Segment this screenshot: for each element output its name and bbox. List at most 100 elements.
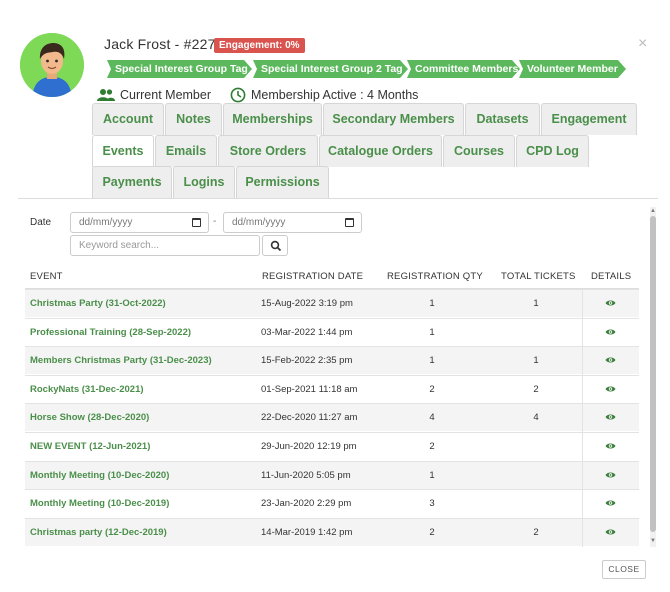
eye-icon[interactable]: [605, 442, 616, 450]
clock-icon: [230, 87, 246, 103]
date-to-placeholder: dd/mm/yyyy: [232, 217, 286, 228]
tab-emails[interactable]: Emails: [155, 135, 217, 167]
event-link[interactable]: Horse Show (28-Dec-2020): [30, 404, 149, 432]
event-link[interactable]: NEW EVENT (12-Jun-2021): [30, 433, 150, 461]
details-divider: [582, 461, 583, 490]
scroll-down-icon[interactable]: ▼: [650, 537, 656, 545]
tag-item[interactable]: Volunteer Member: [519, 60, 626, 78]
date-label: Date: [30, 217, 52, 228]
member-status-label: Current Member: [120, 88, 211, 102]
total-tickets-cell: 2: [533, 526, 539, 538]
close-button[interactable]: CLOSE: [602, 560, 646, 579]
tab-permissions[interactable]: Permissions: [236, 166, 329, 198]
details-divider: [582, 318, 583, 347]
date-separator: -: [213, 216, 217, 227]
col-header-event: EVENT: [30, 271, 63, 282]
table-row: NEW EVENT (12-Jun-2021) 29-Jun-2020 12:19…: [25, 432, 639, 461]
tab-notes[interactable]: Notes: [165, 103, 222, 135]
registration-date-cell: 22-Dec-2020 11:27 am: [261, 412, 358, 424]
close-x-button[interactable]: ×: [638, 36, 647, 52]
registration-date-cell: 23-Jan-2020 2:29 pm: [261, 498, 352, 510]
calendar-icon[interactable]: [345, 218, 354, 227]
eye-icon[interactable]: [605, 528, 616, 536]
tab-catalogue-orders[interactable]: Catalogue Orders: [319, 135, 442, 167]
details-divider: [582, 490, 583, 519]
details-divider: [582, 290, 583, 318]
keyword-search-input[interactable]: Keyword search...: [70, 235, 260, 256]
registration-date-cell: 29-Jun-2020 12:19 pm: [261, 441, 357, 452]
registration-qty-cell: 3: [429, 498, 435, 510]
tab-account[interactable]: Account: [92, 103, 164, 135]
eye-icon[interactable]: [605, 299, 616, 307]
event-link[interactable]: RockyNats (31-Dec-2021): [30, 376, 144, 404]
registration-qty-cell: 2: [429, 441, 435, 452]
registration-date-cell: 15-Aug-2022 3:19 pm: [261, 298, 353, 309]
tab-datasets[interactable]: Datasets: [465, 103, 540, 135]
eye-icon[interactable]: [605, 413, 616, 421]
date-to-input[interactable]: dd/mm/yyyy: [223, 212, 362, 233]
total-tickets-cell: [516, 433, 556, 461]
table-row: Monthly Meeting (10-Dec-2020) 11-Jun-2020…: [25, 460, 639, 490]
date-from-input[interactable]: dd/mm/yyyy: [70, 212, 209, 233]
tab-store-orders[interactable]: Store Orders: [218, 135, 318, 167]
tab-engagement[interactable]: Engagement: [541, 103, 637, 135]
col-header-registration-date: REGISTRATION DATE: [262, 271, 364, 282]
date-from-placeholder: dd/mm/yyyy: [79, 217, 133, 228]
table-row: Professional Training (28-Sep-2022) 03-Ma…: [25, 317, 639, 347]
tab-memberships[interactable]: Memberships: [223, 103, 322, 135]
registration-date-cell: 14-Mar-2019 1:42 pm: [261, 526, 353, 538]
eye-icon[interactable]: [605, 356, 616, 364]
total-tickets-cell: [516, 462, 556, 490]
tag-item[interactable]: Special Interest Group 2 Tag: [253, 60, 408, 78]
table-row: Members Christmas Party (31-Dec-2023) 15-…: [25, 346, 639, 376]
tab-courses[interactable]: Courses: [443, 135, 515, 167]
registration-qty-cell: 1: [429, 469, 435, 481]
member-status: Current Member: [97, 86, 211, 104]
tab-events[interactable]: Events: [92, 135, 154, 167]
total-tickets-cell: 1: [533, 355, 539, 367]
eye-icon[interactable]: [605, 471, 616, 479]
table-row: RockyNats (31-Dec-2021) 01-Sep-2021 11:18…: [25, 374, 639, 404]
event-link[interactable]: Monthly Meeting (10-Dec-2019): [30, 490, 169, 518]
users-icon: [97, 89, 115, 101]
calendar-icon[interactable]: [192, 218, 201, 227]
tab-logins[interactable]: Logins: [173, 166, 235, 198]
total-tickets-cell: [516, 319, 556, 347]
registration-qty-cell: 2: [429, 383, 435, 395]
tag-item[interactable]: Committee Members: [407, 60, 520, 78]
tab-secondary-members[interactable]: Secondary Members: [323, 103, 464, 135]
eye-icon[interactable]: [605, 328, 616, 336]
total-tickets-cell: 4: [533, 412, 539, 424]
col-header-details: DETAILS: [591, 271, 632, 282]
details-divider: [582, 375, 583, 404]
event-link[interactable]: Members Christmas Party (31-Dec-2023): [30, 347, 212, 375]
scrollbar-thumb[interactable]: [650, 216, 656, 532]
table-row: Christmas Party (31-Oct-2022) 15-Aug-2022…: [25, 289, 639, 318]
tab-cpd-log[interactable]: CPD Log: [516, 135, 589, 167]
tab-payments[interactable]: Payments: [92, 166, 172, 198]
avatar-illustration: [20, 33, 84, 97]
event-link[interactable]: Monthly Meeting (10-Dec-2020): [30, 462, 169, 490]
details-divider: [582, 404, 583, 433]
registration-qty-cell: 2: [429, 526, 435, 538]
total-tickets-cell: 2: [533, 383, 539, 395]
membership-status: Membership Active : 4 Months: [230, 86, 418, 104]
event-link[interactable]: Christmas party (12-Dec-2019): [30, 519, 167, 547]
tag-item[interactable]: Special Interest Group Tag: [107, 60, 252, 78]
eye-icon[interactable]: [605, 499, 616, 507]
eye-icon[interactable]: [605, 385, 616, 393]
registration-qty-cell: 1: [429, 355, 435, 367]
registration-date-cell: 15-Feb-2022 2:35 pm: [261, 355, 353, 367]
table-row: Monthly Meeting (10-Dec-2019) 23-Jan-2020…: [25, 489, 639, 519]
details-divider: [582, 518, 583, 547]
search-button[interactable]: [262, 235, 288, 256]
total-tickets-cell: [516, 490, 556, 518]
scroll-up-icon[interactable]: ▲: [650, 207, 656, 215]
avatar: [20, 33, 84, 97]
event-link[interactable]: Professional Training (28-Sep-2022): [30, 319, 191, 347]
col-header-total-tickets: TOTAL TICKETS: [501, 271, 576, 282]
total-tickets-cell: 1: [533, 298, 539, 309]
event-link[interactable]: Christmas Party (31-Oct-2022): [30, 290, 166, 318]
engagement-badge: Engagement: 0%: [214, 38, 305, 53]
membership-status-label: Membership Active : 4 Months: [251, 88, 419, 102]
